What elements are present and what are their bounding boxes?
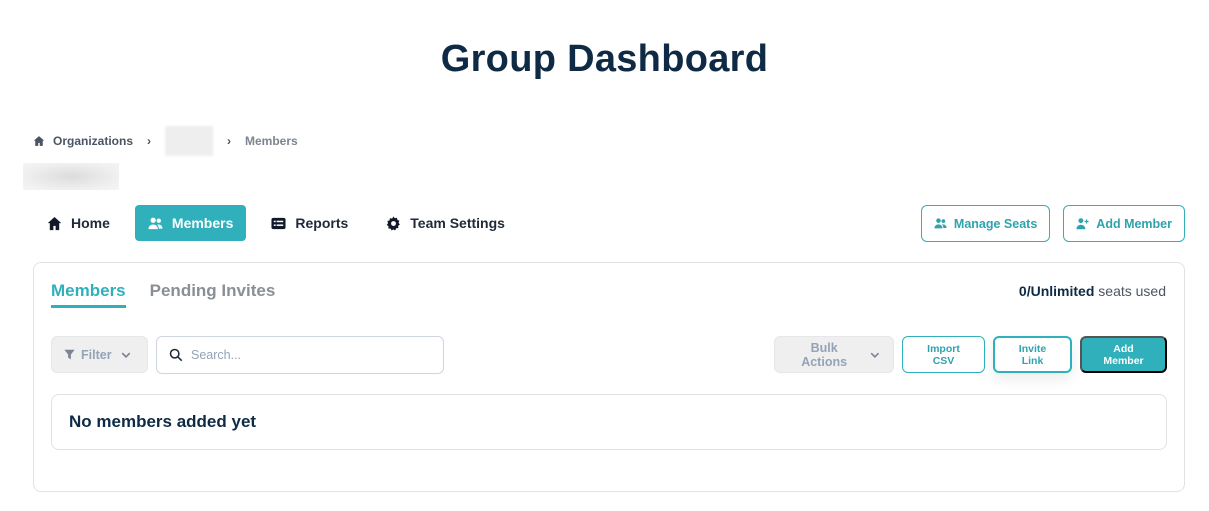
user-plus-icon xyxy=(1076,218,1089,230)
tab-members[interactable]: Members xyxy=(51,281,126,308)
organization-name-redacted xyxy=(23,163,119,190)
filter-icon xyxy=(64,349,75,360)
filter-dropdown[interactable]: Filter xyxy=(51,336,148,373)
breadcrumb-members: Members xyxy=(245,134,298,148)
header-add-member-button[interactable]: Add Member xyxy=(1063,205,1185,242)
seats-used: 0/Unlimited seats used xyxy=(1019,283,1166,299)
search-field xyxy=(156,336,444,374)
chevron-down-icon xyxy=(121,352,130,358)
header-add-member-label: Add Member xyxy=(1096,216,1172,231)
import-csv-button[interactable]: Import CSV xyxy=(902,336,985,373)
chevron-right-icon: › xyxy=(147,134,152,148)
nav-home-label: Home xyxy=(71,215,110,231)
home-icon xyxy=(47,216,62,230)
nav-reports-label: Reports xyxy=(295,215,349,231)
gear-icon xyxy=(387,215,401,231)
seats-count: 0/Unlimited xyxy=(1018,283,1095,299)
breadcrumb-organizations[interactable]: Organizations xyxy=(53,134,133,148)
nav-home[interactable]: Home xyxy=(34,205,123,241)
header-actions: Manage Seats Add Member xyxy=(908,205,1185,242)
users-icon xyxy=(148,217,163,229)
nav-members-label: Members xyxy=(171,215,234,231)
nav-members[interactable]: Members xyxy=(134,205,247,241)
bulk-actions-label: Bulk Actions xyxy=(801,340,848,369)
search-input[interactable] xyxy=(191,348,421,362)
filter-label: Filter xyxy=(81,347,112,362)
empty-state: No members added yet xyxy=(51,394,1167,450)
manage-seats-label: Manage Seats xyxy=(953,216,1038,231)
tab-pending-invites[interactable]: Pending Invites xyxy=(150,281,276,308)
add-member-button[interactable]: Add Member xyxy=(1080,336,1167,373)
home-icon xyxy=(33,136,45,146)
nav-reports[interactable]: Reports xyxy=(258,205,361,241)
invite-link-button[interactable]: Invite Link xyxy=(993,336,1072,373)
search-icon xyxy=(169,348,183,362)
nav-team-settings-label: Team Settings xyxy=(410,215,505,231)
breadcrumb: Organizations › › Members xyxy=(33,126,298,156)
bulk-actions-dropdown[interactable]: Bulk Actions xyxy=(774,336,894,373)
seats-suffix: seats used xyxy=(1098,283,1166,299)
toolbar-right: Bulk Actions Import CSV Invite Link Add … xyxy=(774,336,1167,373)
toolbar-left: Filter xyxy=(51,336,444,374)
members-card: Members Pending Invites 0/Unlimited seat… xyxy=(33,262,1185,492)
nav-team-settings[interactable]: Team Settings xyxy=(373,205,518,241)
chevron-down-icon xyxy=(870,352,880,358)
card-tabs: Members Pending Invites xyxy=(51,281,299,308)
main-nav: Home Members Reports Team Settings xyxy=(34,205,530,241)
breadcrumb-organization-redacted[interactable] xyxy=(165,126,214,156)
chevron-right-icon: › xyxy=(227,134,232,148)
page-title: Group Dashboard xyxy=(440,38,769,80)
users-icon xyxy=(934,218,947,229)
manage-seats-button[interactable]: Manage Seats xyxy=(920,205,1051,242)
list-icon xyxy=(271,217,286,229)
